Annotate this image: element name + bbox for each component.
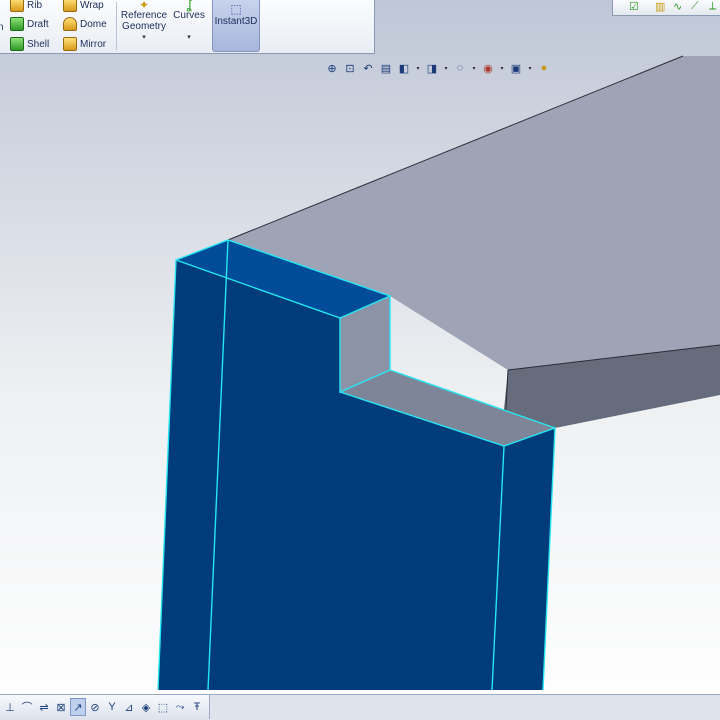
sketch-relation-icon[interactable]: ⊥ [2,698,18,716]
reference-geometry-button[interactable]: ✦ Reference Geometry ▾ [120,0,168,43]
instant3d-icon: ⬚ [230,2,242,16]
curves-label: Curves [173,10,205,21]
display-style-icon[interactable]: ◨ [424,60,440,76]
partial-label: n [0,22,4,33]
partial-feature-label: n [0,22,4,33]
reference-geometry-dropdown-icon[interactable]: ▾ [120,32,168,43]
edit-appearance-dropdown-icon[interactable]: ▾ [498,60,506,76]
rib-label: Rib [27,0,43,11]
graphics-area[interactable] [0,0,720,720]
apply-scene-icon[interactable]: ▣ [508,60,524,76]
curves-dropdown-icon[interactable]: ▾ [172,32,206,43]
offset-icon[interactable]: ⌒ [19,698,35,716]
edit-appearance-icon[interactable]: ◉ [480,60,496,76]
curves-icon: ʆ [186,0,192,12]
ribbon-separator [116,2,117,50]
view-orientation-dropdown-icon[interactable]: ▾ [414,60,422,76]
dome-icon [63,17,77,31]
filter-vertices-icon[interactable]: Y [104,698,120,716]
filter-points-icon[interactable]: ⬚ [155,698,171,716]
dome-label: Dome [80,18,107,30]
hide-show-items-dropdown-icon[interactable]: ▾ [470,60,478,76]
rib-icon [10,0,24,12]
mirror-label: Mirror [80,38,107,50]
filter-axes-icon[interactable]: ◈ [138,698,154,716]
partial-right-toolbar: ☑ ▥ ∿ ⟋ ⟂ [612,0,720,16]
zoom-to-fit-icon[interactable]: ⊕ [324,60,340,76]
previous-view-icon[interactable]: ↶ [360,60,376,76]
reference-geometry-label: Reference Geometry [120,10,168,32]
draft-label: Draft [27,18,49,30]
shell-button[interactable]: Shell [10,37,49,51]
shell-icon [10,37,24,51]
apply-scene-dropdown-icon[interactable]: ▾ [526,60,534,76]
rib-button[interactable]: Rib [10,0,42,12]
selection-filter-toolbar: ⊥ ⌒ ⇌ ⊠ ↗ ⊘ Y ⊿ ◈ ⬚ ⤳ Ŧ [0,695,210,719]
mirror-icon [63,37,77,51]
mirror-button[interactable]: Mirror [63,37,106,51]
filter-edges-icon[interactable]: ↗ [70,698,86,716]
zoom-to-area-icon[interactable]: ⊡ [342,60,358,76]
point-icon[interactable]: ⟂ [709,0,716,13]
edit-sketch-icon[interactable]: ☑ [629,0,639,13]
filter-planes-icon[interactable]: ⊿ [121,698,137,716]
wrap-label: Wrap [80,0,104,11]
instant3d-button[interactable]: ⬚ Instant3D [212,0,260,52]
draft-button[interactable]: Draft [10,17,49,31]
filter-surface-icon[interactable]: Ŧ [189,698,205,716]
view-settings-icon[interactable]: ● [536,60,552,76]
view-orientation-icon[interactable]: ◧ [396,60,412,76]
draft-icon [10,17,24,31]
section-view-icon[interactable]: ▤ [378,60,394,76]
heads-up-view-toolbar: ⊕ ⊡ ↶ ▤ ◧ ▾ ◨ ▾ ◌ ▾ ◉ ▾ ▣ ▾ ● [324,60,552,76]
bottom-toolbar-area: ⊥ ⌒ ⇌ ⊠ ↗ ⊘ Y ⊿ ◈ ⬚ ⤳ Ŧ [0,694,720,720]
curves-button[interactable]: ʆ Curves ▾ [172,0,206,43]
shell-label: Shell [27,38,50,50]
wrap-button[interactable]: Wrap [63,0,104,12]
display-style-dropdown-icon[interactable]: ▾ [442,60,450,76]
spline-icon[interactable]: ∿ [673,0,682,13]
mirror-entities-icon[interactable]: ⇌ [36,698,52,716]
hide-show-items-icon[interactable]: ◌ [452,60,468,76]
wrap-icon [63,0,77,12]
instant3d-label: Instant3D [214,16,258,27]
selection-filter-icon[interactable]: ⊠ [53,698,69,716]
line-icon[interactable]: ⟋ [691,0,699,13]
smart-dimension-icon[interactable]: ▥ [655,0,665,13]
dome-button[interactable]: Dome [63,17,107,31]
reference-geometry-icon: ✦ [138,0,150,12]
features-ribbon: n Rib Draft Shell Wrap Dome Mirror ✦ Ref… [0,0,375,54]
filter-dimensions-icon[interactable]: ⤳ [172,698,188,716]
filter-faces-icon[interactable]: ⊘ [87,698,103,716]
